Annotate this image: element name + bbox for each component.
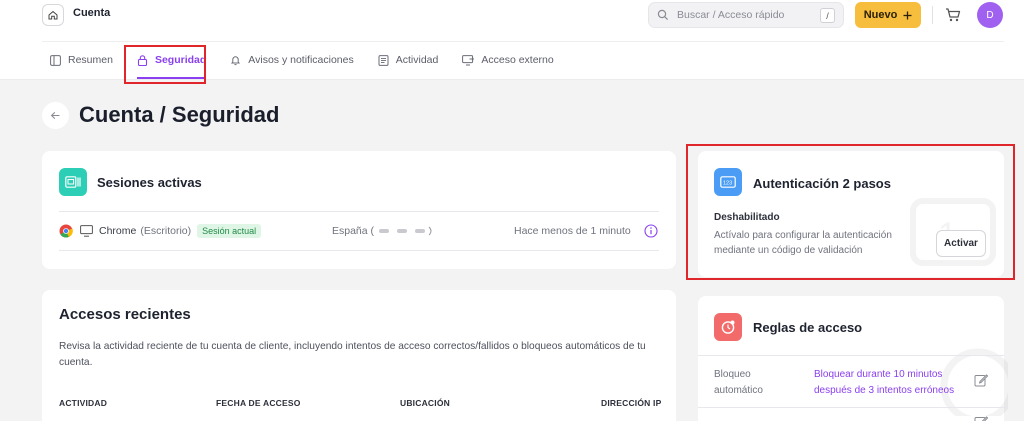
new-button-label: Nuevo <box>863 9 898 21</box>
session-row: Chrome (Escritorio) Sesión actual España… <box>59 221 659 241</box>
status-badge: Sesión actual <box>197 224 262 238</box>
tab-label: Acceso externo <box>481 54 554 66</box>
search-input[interactable]: Buscar / Acceso rápido / <box>648 2 844 28</box>
edit-icon[interactable] <box>974 373 988 387</box>
app-title: Cuenta <box>73 7 111 19</box>
column-header-actividad: ACTIVIDAD <box>59 398 108 408</box>
layout-icon <box>50 54 61 66</box>
row-divider <box>59 250 659 251</box>
access-rules-card: Reglas de acceso Bloqueo automático Bloq… <box>698 296 1008 421</box>
arrow-left-icon <box>50 112 60 119</box>
column-header-fecha: FECHA DE ACCESO <box>216 398 301 408</box>
info-icon[interactable] <box>644 224 658 238</box>
back-button[interactable] <box>42 102 69 129</box>
row-divider <box>59 211 659 212</box>
column-header-ubicacion: UBICACIÓN <box>400 398 450 408</box>
row-divider <box>698 355 1004 356</box>
highlight-box-security-tab <box>124 45 206 84</box>
access-rules-icon <box>714 313 742 341</box>
search-icon <box>657 9 669 21</box>
tab-label: Actividad <box>395 54 439 66</box>
active-sessions-card: Sesiones activas Chrome (Escritorio) Ses… <box>42 151 676 269</box>
chrome-icon <box>59 224 73 238</box>
recent-title: Accesos recientes <box>59 306 191 323</box>
highlight-box-two-factor <box>686 144 1015 280</box>
desktop-icon <box>80 225 93 237</box>
list-icon <box>378 54 389 66</box>
tab-label: Avisos y notificaciones <box>248 54 354 66</box>
monitor-icon <box>462 54 475 65</box>
session-device: (Escritorio) <box>140 225 192 237</box>
header-divider <box>932 6 933 24</box>
tab-actividad[interactable]: Actividad <box>366 46 451 74</box>
avatar[interactable]: D <box>977 2 1003 28</box>
session-last-seen: Hace menos de 1 minuto <box>514 225 631 237</box>
tab-avisos[interactable]: Avisos y notificaciones <box>218 46 365 74</box>
tab-label: Resumen <box>68 54 113 66</box>
row-divider <box>698 407 1004 408</box>
rule-key: Bloqueo automático <box>714 369 763 396</box>
new-button[interactable]: Nuevo <box>855 2 921 28</box>
home-button[interactable] <box>42 4 64 26</box>
session-location: España ( <box>332 225 375 237</box>
bell-icon <box>231 55 241 65</box>
page-title: Cuenta / Seguridad <box>79 102 280 127</box>
search-shortcut-key: / <box>820 8 835 23</box>
search-placeholder: Buscar / Acceso rápido <box>677 9 785 21</box>
header-divider-line <box>42 41 1004 42</box>
sessions-title: Sesiones activas <box>97 175 202 190</box>
recent-description: Revisa la actividad reciente de tu cuent… <box>59 341 646 368</box>
plus-icon <box>903 11 912 19</box>
session-browser: Chrome <box>99 225 137 237</box>
sessions-icon <box>59 168 87 196</box>
recent-access-card: Accesos recientes Revisa la actividad re… <box>42 290 676 421</box>
edit-icon[interactable] <box>974 415 988 421</box>
tab-acceso-externo[interactable]: Acceso externo <box>450 46 565 74</box>
cart-icon[interactable] <box>944 6 962 24</box>
home-icon <box>48 10 58 20</box>
access-rules-title: Reglas de acceso <box>753 320 863 335</box>
tab-resumen[interactable]: Resumen <box>50 46 125 74</box>
redacted-ip-mask <box>379 226 432 236</box>
rule-value-link[interactable]: Bloquear durante 10 minutos después de 3… <box>814 367 974 399</box>
column-header-ip: DIRECCIÓN IP <box>601 398 662 408</box>
